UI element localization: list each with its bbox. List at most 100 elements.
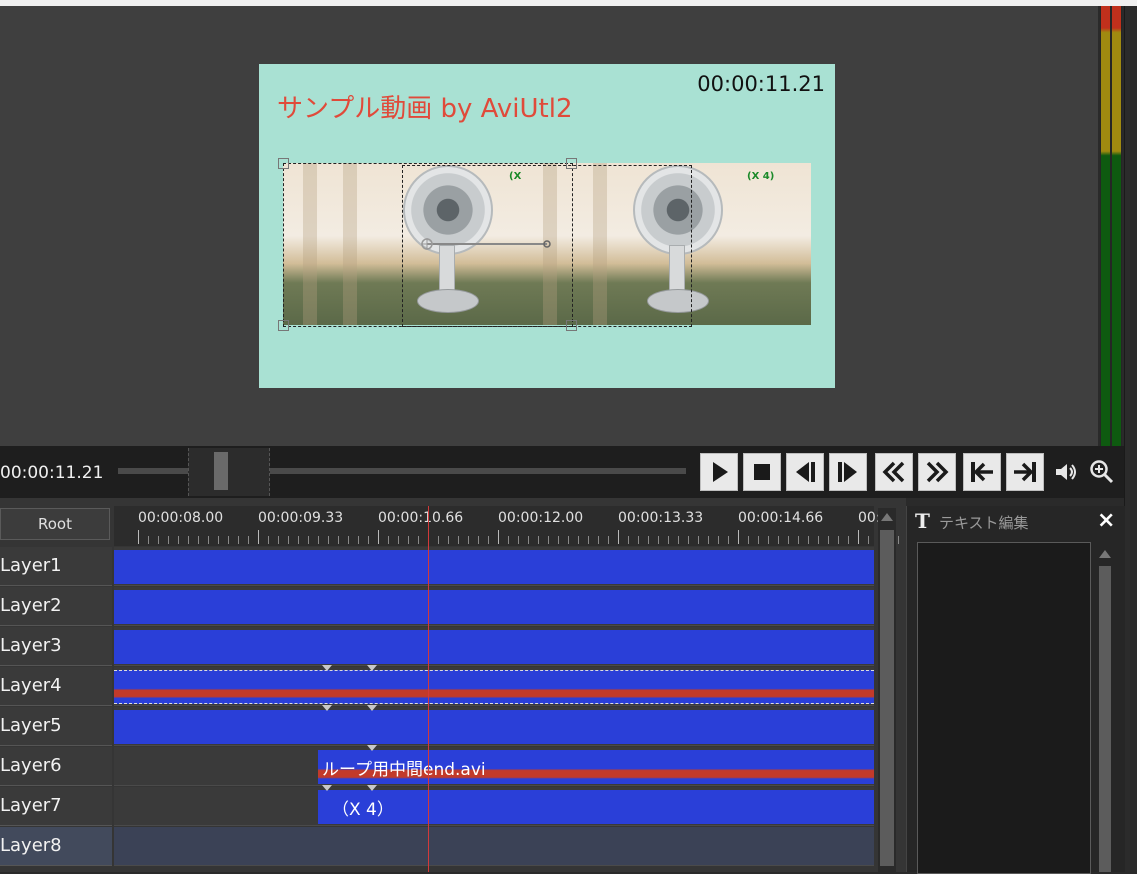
ruler-tick xyxy=(788,536,789,544)
layer-row-3[interactable] xyxy=(114,627,874,666)
next-frame-icon xyxy=(838,462,857,482)
ruler-tick xyxy=(758,536,759,544)
text-edit-area[interactable] xyxy=(917,542,1091,874)
ruler-tick xyxy=(328,536,329,544)
ruler-tick xyxy=(688,536,689,544)
ruler-tick xyxy=(248,536,249,544)
stop-button[interactable] xyxy=(743,453,781,491)
timeline-clip[interactable] xyxy=(114,630,874,664)
seek-selection-range[interactable] xyxy=(188,448,270,496)
ruler-tick xyxy=(838,536,839,544)
ruler-tick xyxy=(598,536,599,544)
text-panel-scroll-thumb[interactable] xyxy=(1099,566,1111,872)
ruler-tick xyxy=(728,536,729,544)
scroll-up-icon[interactable] xyxy=(878,508,896,526)
ruler-tick xyxy=(708,536,709,544)
ruler-tick xyxy=(378,530,379,544)
resize-handle[interactable] xyxy=(566,320,577,331)
ruler-tick xyxy=(638,536,639,544)
play-icon xyxy=(713,462,728,482)
layer-label-1[interactable]: Layer1 xyxy=(0,547,112,586)
layer-row-4[interactable] xyxy=(114,665,874,706)
ruler-tick xyxy=(778,536,779,544)
ruler-tick xyxy=(508,536,509,544)
ruler-tick xyxy=(828,536,829,544)
go-to-end-button[interactable] xyxy=(1006,453,1044,491)
ruler-tick xyxy=(498,530,499,544)
ruler-tick xyxy=(208,536,209,544)
ruler-tick xyxy=(308,536,309,544)
close-icon[interactable]: × xyxy=(1097,508,1115,533)
transport-bar: 00:00:11.21 xyxy=(0,446,1124,498)
ruler-tick xyxy=(288,536,289,544)
go-to-start-button[interactable] xyxy=(963,453,1001,491)
stop-icon xyxy=(754,464,770,480)
clip-tag-right: (X 4) xyxy=(747,171,775,182)
layer-label-5[interactable]: Layer5 xyxy=(0,707,112,746)
zoom-icon[interactable] xyxy=(1088,458,1116,486)
ruler-tick xyxy=(548,536,549,544)
ruler-tick xyxy=(348,536,349,544)
timeline-scroll-thumb[interactable] xyxy=(880,530,894,866)
ruler-tick xyxy=(818,536,819,544)
fast-forward-button[interactable] xyxy=(918,453,956,491)
seek-thumb[interactable] xyxy=(214,452,228,490)
resize-handle[interactable] xyxy=(566,158,577,169)
preview-canvas[interactable]: サンプル動画 by AviUtl2 00:00:11.21 (X (X 4) xyxy=(259,64,835,388)
current-time-readout: 00:00:11.21 xyxy=(0,463,104,483)
timeline-clip[interactable] xyxy=(114,590,874,624)
ruler-tick xyxy=(188,536,189,544)
layer-row-7[interactable]: （X 4） xyxy=(114,785,874,826)
ruler-tick xyxy=(858,530,859,544)
layer-row-2[interactable] xyxy=(114,587,874,626)
time-ruler[interactable]: 00:00:08.00 00:00:09.33 00:00:10.66 00:0… xyxy=(114,506,899,546)
caret-marker xyxy=(367,785,377,791)
play-button[interactable] xyxy=(700,453,738,491)
prev-frame-button[interactable] xyxy=(786,453,824,491)
layer-label-8[interactable]: Layer8 xyxy=(0,827,112,866)
resize-handle[interactable] xyxy=(278,320,289,331)
ruler-label: 00:00:09.33 xyxy=(258,510,344,526)
layer-row-6[interactable]: ループ用中間end.avi xyxy=(114,745,874,786)
ruler-tick xyxy=(558,536,559,544)
timeline-audio-clip-selected[interactable] xyxy=(114,670,874,704)
rewind-button[interactable] xyxy=(875,453,913,491)
ruler-label: 00:00:14.66 xyxy=(738,510,824,526)
playhead-line[interactable] xyxy=(428,506,429,872)
canvas-title-text: サンプル動画 by AviUtl2 xyxy=(277,94,573,124)
root-button[interactable]: Root xyxy=(0,508,110,540)
clip-label: （X 4） xyxy=(332,800,394,820)
anchor-handle[interactable] xyxy=(419,236,553,252)
ruler-tick xyxy=(488,536,489,544)
caret-marker xyxy=(367,665,377,671)
ruler-tick xyxy=(718,536,719,544)
layer-label-4[interactable]: Layer4 xyxy=(0,667,112,706)
timeline-clip[interactable] xyxy=(114,550,874,584)
go-to-start-icon xyxy=(971,462,993,482)
layer-label-7[interactable]: Layer7 xyxy=(0,787,112,826)
ruler-tick xyxy=(418,536,419,544)
layer-label-2[interactable]: Layer2 xyxy=(0,587,112,626)
timeline-text-clip[interactable]: （X 4） xyxy=(318,790,874,824)
text-edit-panel: T テキスト編集 × xyxy=(906,506,1125,874)
layer-label-6[interactable]: Layer6 xyxy=(0,747,112,786)
resize-handle[interactable] xyxy=(278,158,289,169)
ruler-tick xyxy=(538,536,539,544)
scroll-up-icon[interactable] xyxy=(1097,546,1113,562)
go-to-end-icon xyxy=(1014,462,1036,482)
caret-marker xyxy=(322,665,332,671)
layer-row-1[interactable] xyxy=(114,547,874,586)
ruler-tick xyxy=(698,536,699,544)
ruler-tick xyxy=(318,536,319,544)
next-frame-button[interactable] xyxy=(829,453,867,491)
ruler-tick xyxy=(438,536,439,544)
layer-row-5[interactable] xyxy=(114,705,874,746)
right-edge-panel xyxy=(1124,6,1137,872)
layer-row-8[interactable] xyxy=(114,827,874,866)
timeline-video-clip[interactable]: ループ用中間end.avi xyxy=(318,750,874,784)
ruler-label: 00:00:08.00 xyxy=(138,510,224,526)
volume-icon[interactable] xyxy=(1052,458,1080,486)
layer-label-3[interactable]: Layer3 xyxy=(0,627,112,666)
timeline-clip[interactable] xyxy=(114,710,874,744)
audio-level-meter xyxy=(1100,6,1122,446)
